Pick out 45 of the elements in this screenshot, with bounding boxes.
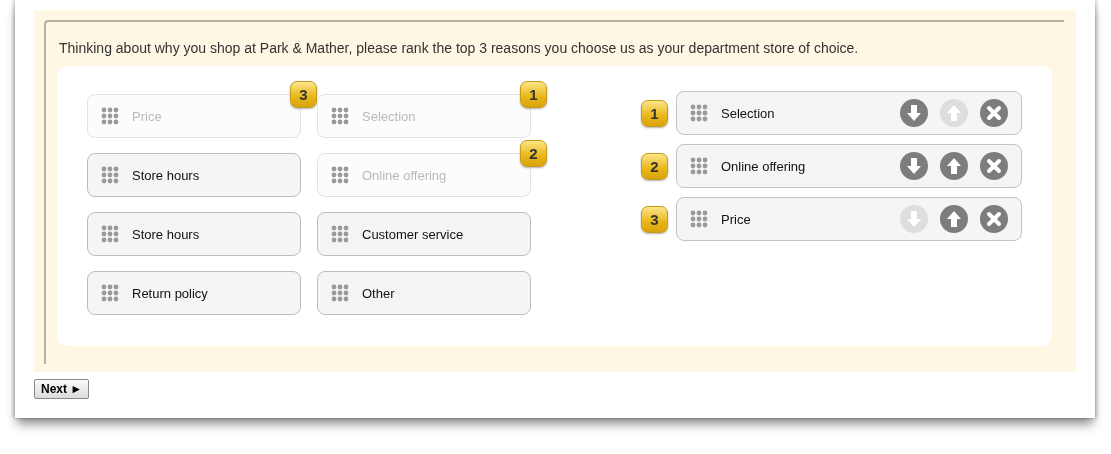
drag-handle-icon[interactable] bbox=[331, 284, 349, 302]
choice-label: Store hours bbox=[132, 226, 200, 242]
drag-handle-icon[interactable] bbox=[690, 104, 708, 122]
rank-badge: 3 bbox=[290, 81, 317, 108]
choice-label: Online offering bbox=[362, 167, 447, 183]
choice-label: Other bbox=[362, 285, 395, 301]
drag-handle-icon[interactable] bbox=[101, 107, 119, 125]
move-down-icon[interactable] bbox=[900, 99, 928, 127]
move-up-icon[interactable] bbox=[940, 152, 968, 180]
drag-handle-icon[interactable] bbox=[331, 225, 349, 243]
ranked-item[interactable]: Price bbox=[676, 197, 1022, 241]
ranked-label: Selection bbox=[721, 105, 775, 121]
choice-label: Customer service bbox=[362, 226, 464, 242]
remove-icon[interactable] bbox=[980, 205, 1008, 233]
rank-badge: 2 bbox=[520, 140, 547, 167]
drag-handle-icon[interactable] bbox=[331, 166, 349, 184]
remove-icon[interactable] bbox=[980, 152, 1008, 180]
drag-handle-icon[interactable] bbox=[690, 157, 708, 175]
remove-icon[interactable] bbox=[980, 99, 1008, 127]
question-text: Thinking about why you shop at Park & Mather, please rank the top 3 reasons you choose us as your department store of choice. bbox=[58, 39, 860, 58]
ranked-item[interactable]: Online offering bbox=[676, 144, 1022, 188]
drag-handle-icon[interactable] bbox=[690, 210, 708, 228]
choice-label: Price bbox=[132, 108, 162, 124]
rank-badge: 1 bbox=[641, 99, 668, 127]
choice-item[interactable]: Return policy bbox=[87, 271, 301, 315]
drag-handle-icon[interactable] bbox=[101, 284, 119, 302]
choice-item[interactable]: Store hours bbox=[87, 212, 301, 256]
drag-handle-icon[interactable] bbox=[101, 166, 119, 184]
rank-badge: 1 bbox=[520, 81, 547, 108]
choice-label: Selection bbox=[362, 108, 416, 124]
drag-handle-icon[interactable] bbox=[331, 107, 349, 125]
drag-handle-icon[interactable] bbox=[101, 225, 119, 243]
choice-item[interactable]: Store hours bbox=[87, 153, 301, 197]
choice-label: Return policy bbox=[132, 285, 208, 301]
choice-item[interactable]: Other bbox=[317, 271, 531, 315]
move-down-icon[interactable] bbox=[900, 152, 928, 180]
rank-badge: 2 bbox=[641, 152, 668, 180]
ranked-label: Price bbox=[721, 211, 751, 227]
rank-badge: 3 bbox=[641, 205, 668, 233]
move-up-icon[interactable] bbox=[940, 205, 968, 233]
ranked-item[interactable]: Selection bbox=[676, 91, 1022, 135]
ranked-label: Online offering bbox=[721, 158, 806, 174]
choice-label: Store hours bbox=[132, 167, 200, 183]
next-button[interactable]: Next ► bbox=[34, 379, 90, 399]
choice-item[interactable]: Customer service bbox=[317, 212, 531, 256]
